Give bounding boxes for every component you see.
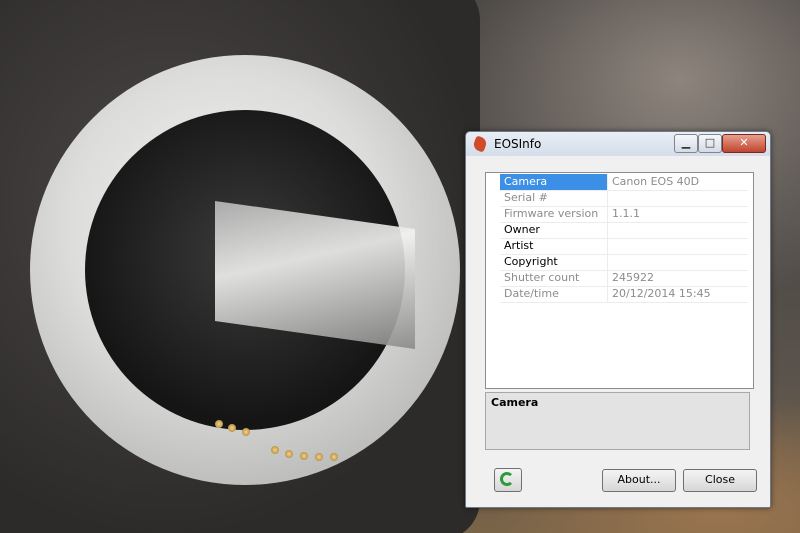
property-name: Firmware version (500, 206, 608, 222)
property-row[interactable]: Owner (500, 222, 748, 239)
property-name: Serial # (500, 190, 608, 206)
about-button[interactable]: About... (602, 469, 676, 492)
description-title: Camera (491, 396, 539, 409)
property-name: Camera (500, 174, 608, 190)
property-name: Artist (500, 238, 608, 254)
eosinfo-window: EOSInfo ▁ □ ✕ Camera Canon EOS 40D Serial … (465, 131, 771, 508)
property-value: 20/12/2014 15:45 (612, 286, 748, 302)
window-title: EOSInfo (494, 137, 542, 151)
property-row[interactable]: Artist (500, 238, 748, 255)
property-value: 1.1.1 (612, 206, 748, 222)
property-row[interactable]: Copyright (500, 254, 748, 271)
property-row[interactable]: Shutter count 245922 (500, 270, 748, 287)
property-value[interactable] (612, 254, 748, 270)
property-name: Shutter count (500, 270, 608, 286)
property-value[interactable] (612, 222, 748, 238)
property-row[interactable]: Serial # (500, 190, 748, 207)
property-row[interactable]: Date/time 20/12/2014 15:45 (500, 286, 748, 303)
property-value-text: 20/12/2014 15:45 (612, 287, 711, 300)
property-value: 245922 (612, 270, 748, 286)
window-close-button[interactable]: ✕ (722, 134, 766, 153)
property-row[interactable]: Camera Canon EOS 40D (500, 174, 748, 191)
property-value-text: 1.1.1 (612, 207, 640, 220)
window-client-area: Camera Canon EOS 40D Serial # Firmware vers… (471, 160, 765, 502)
property-list[interactable]: Camera Canon EOS 40D Serial # Firmware vers… (485, 172, 754, 389)
property-name: Owner (500, 222, 608, 238)
property-value (612, 190, 748, 206)
property-value[interactable] (612, 238, 748, 254)
close-button[interactable]: Close (683, 469, 757, 492)
property-name: Date/time (500, 286, 608, 302)
property-value-text: Canon EOS 40D (612, 175, 700, 188)
property-value[interactable]: Canon EOS 40D (612, 174, 748, 190)
refresh-icon (500, 472, 514, 486)
refresh-button[interactable] (494, 468, 522, 492)
property-name: Copyright (500, 254, 608, 270)
close-icon: ✕ (739, 136, 749, 149)
minimize-button[interactable]: ▁ (674, 134, 698, 153)
description-panel: Camera (485, 392, 750, 450)
minimize-icon: ▁ (681, 136, 691, 149)
maximize-icon: □ (704, 136, 716, 149)
property-row[interactable]: Firmware version 1.1.1 (500, 206, 748, 223)
title-bar[interactable]: EOSInfo ▁ □ ✕ (466, 132, 770, 156)
property-value-text: 245922 (612, 271, 654, 284)
app-icon (471, 135, 489, 153)
maximize-button[interactable]: □ (698, 134, 722, 153)
